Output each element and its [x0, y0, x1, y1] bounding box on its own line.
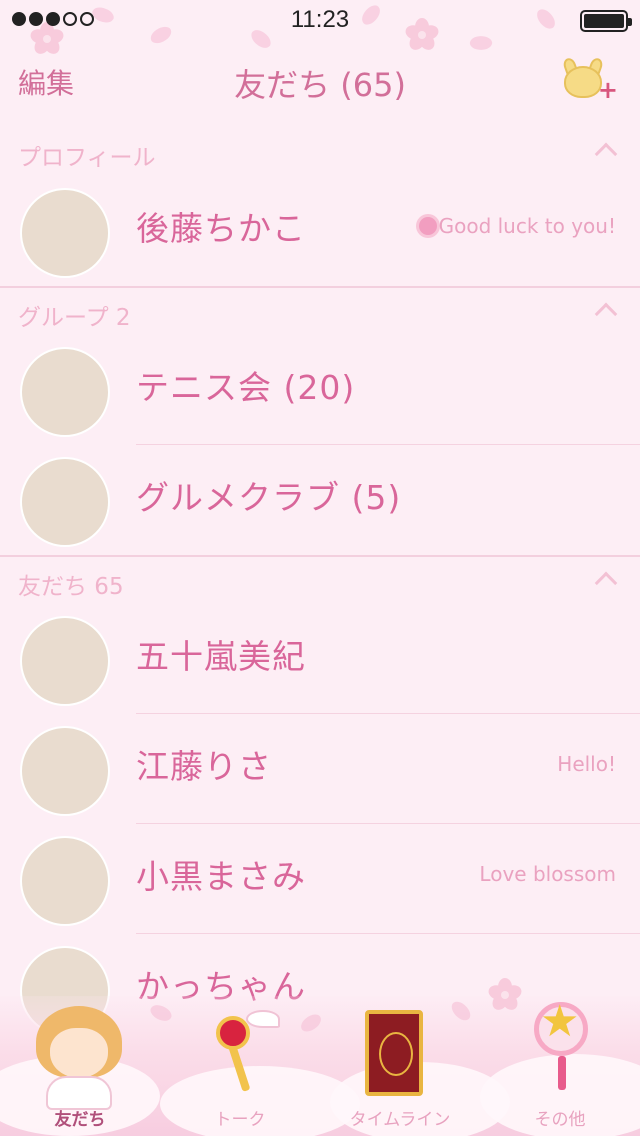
navigation-bar: 編集 友だち (65) + [0, 40, 640, 128]
tab-more[interactable]: その他 [480, 1105, 640, 1130]
status-time: 11:23 [290, 6, 350, 33]
section-label: 友だち 65 [18, 574, 124, 600]
group-name: テニス会 (20) [136, 368, 356, 407]
section-header-profile[interactable]: プロフィール [0, 128, 640, 176]
petal-decoration [448, 997, 474, 1025]
friend-name: 江藤りさ [136, 747, 272, 786]
profile-name: 後藤ちかこ [136, 209, 306, 248]
chevron-up-icon[interactable] [594, 571, 618, 595]
status-text: Good luck to you! [438, 214, 616, 238]
status-message: Good luck to you! [418, 214, 616, 238]
group-row[interactable]: テニス会 (20) [0, 335, 640, 445]
status-message: Hello! [557, 752, 616, 776]
section-label: グループ 2 [18, 305, 131, 331]
section-label: プロフィール [18, 145, 156, 171]
add-friend-icon[interactable]: + [560, 56, 618, 104]
friend-row[interactable]: 江藤りさ Hello! [0, 714, 640, 824]
sealing-key-icon[interactable] [210, 1006, 280, 1096]
chevron-up-icon[interactable] [594, 142, 618, 166]
friend-row[interactable]: 小黒まさみ Love blossom [0, 824, 640, 934]
avatar [20, 188, 110, 278]
status-message: Love blossom [479, 862, 616, 886]
avatar [20, 726, 110, 816]
clow-card-icon[interactable] [365, 1010, 423, 1096]
friend-row[interactable]: 五十嵐美紀 [0, 604, 640, 714]
flower-icon [418, 217, 437, 235]
tab-timeline[interactable]: タイムライン [320, 1105, 480, 1130]
avatar [20, 616, 110, 706]
tab-talk[interactable]: トーク [160, 1105, 320, 1130]
tab-friends[interactable]: 友だち [0, 1105, 160, 1130]
group-row[interactable]: グルメクラブ (5) [0, 445, 640, 555]
battery-icon [580, 10, 632, 32]
sakura-blossom-decoration [486, 978, 524, 1013]
page-title: 友だち (65) [234, 66, 406, 104]
friend-name: 小黒まさみ [136, 857, 306, 896]
status-bar: 11:23 [0, 0, 640, 40]
group-name: グルメクラブ (5) [136, 478, 402, 517]
avatar [20, 347, 110, 437]
avatar [20, 457, 110, 547]
star-wand-icon[interactable]: ★ [528, 996, 598, 1096]
avatar [20, 836, 110, 926]
section-header-friends[interactable]: 友だち 65 [0, 557, 640, 605]
friend-name: 五十嵐美紀 [136, 637, 306, 676]
section-header-groups[interactable]: グループ 2 [0, 288, 640, 336]
sakura-character-icon[interactable] [32, 1000, 128, 1110]
petal-decoration [298, 1012, 324, 1034]
profile-row[interactable]: 後藤ちかこ Good luck to you! [0, 176, 640, 286]
petal-decoration [147, 1000, 175, 1026]
tab-bar: 友だち トーク タイムライン ★ その他 [0, 978, 640, 1136]
chevron-up-icon[interactable] [594, 302, 618, 326]
